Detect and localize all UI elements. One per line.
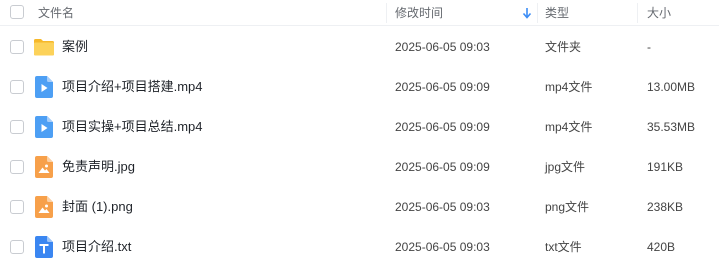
modified-time: 2025-06-05 09:03: [395, 240, 490, 254]
row-checkbox[interactable]: [10, 160, 24, 174]
list-header: 文件名 修改时间 类型 大小: [0, 0, 719, 26]
folder-icon: [34, 39, 54, 56]
column-header-name[interactable]: 文件名: [38, 0, 74, 26]
row-checkbox[interactable]: [10, 40, 24, 54]
file-type: jpg文件: [545, 160, 586, 174]
file-row[interactable]: 项目实操+项目总结.mp4 2025-06-05 09:09 mp4文件 35.…: [0, 107, 719, 147]
column-divider[interactable]: [637, 3, 638, 23]
file-list: 文件名 修改时间 类型 大小 案例 2025-06-05 09:03 文件夹 -…: [0, 0, 719, 266]
image-file-icon: [35, 156, 53, 178]
file-name[interactable]: 封面 (1).png: [62, 187, 133, 227]
row-checkbox[interactable]: [10, 240, 24, 254]
file-size: 191KB: [647, 160, 684, 174]
modified-time: 2025-06-05 09:09: [395, 80, 490, 94]
column-divider[interactable]: [386, 3, 387, 23]
file-name[interactable]: 项目介绍+项目搭建.mp4: [62, 67, 203, 107]
row-checkbox[interactable]: [10, 200, 24, 214]
modified-time: 2025-06-05 09:03: [395, 40, 490, 54]
column-divider[interactable]: [537, 3, 538, 23]
video-file-icon: [35, 76, 53, 98]
column-header-type[interactable]: 类型: [545, 0, 569, 26]
file-type: txt文件: [545, 240, 582, 254]
file-row[interactable]: 封面 (1).png 2025-06-05 09:03 png文件 238KB: [0, 187, 719, 227]
file-row[interactable]: 项目介绍.txt 2025-06-05 09:03 txt文件 420B: [0, 227, 719, 266]
file-type: png文件: [545, 200, 590, 214]
text-file-icon: [35, 236, 53, 258]
file-type: 文件夹: [545, 40, 582, 54]
file-name[interactable]: 案例: [62, 27, 88, 67]
image-file-icon: [35, 196, 53, 218]
column-header-size[interactable]: 大小: [647, 0, 671, 26]
file-row[interactable]: 免责声明.jpg 2025-06-05 09:09 jpg文件 191KB: [0, 147, 719, 187]
file-type: mp4文件: [545, 80, 593, 94]
row-checkbox[interactable]: [10, 120, 24, 134]
file-type: mp4文件: [545, 120, 593, 134]
video-file-icon: [35, 116, 53, 138]
file-size: 13.00MB: [647, 80, 696, 94]
column-header-modified[interactable]: 修改时间: [395, 0, 443, 26]
file-size: 35.53MB: [647, 120, 696, 134]
modified-time: 2025-06-05 09:09: [395, 160, 490, 174]
file-name[interactable]: 免责声明.jpg: [62, 147, 135, 187]
file-size: 420B: [647, 240, 676, 254]
file-name[interactable]: 项目实操+项目总结.mp4: [62, 107, 203, 147]
modified-time: 2025-06-05 09:03: [395, 200, 490, 214]
file-row[interactable]: 项目介绍+项目搭建.mp4 2025-06-05 09:09 mp4文件 13.…: [0, 67, 719, 107]
select-all-checkbox[interactable]: [10, 5, 24, 19]
file-size: 238KB: [647, 200, 684, 214]
file-size: -: [647, 40, 651, 54]
row-checkbox[interactable]: [10, 80, 24, 94]
sort-descending-icon[interactable]: [522, 6, 532, 20]
file-name[interactable]: 项目介绍.txt: [62, 227, 131, 266]
file-row[interactable]: 案例 2025-06-05 09:03 文件夹 -: [0, 27, 719, 67]
modified-time: 2025-06-05 09:09: [395, 120, 490, 134]
